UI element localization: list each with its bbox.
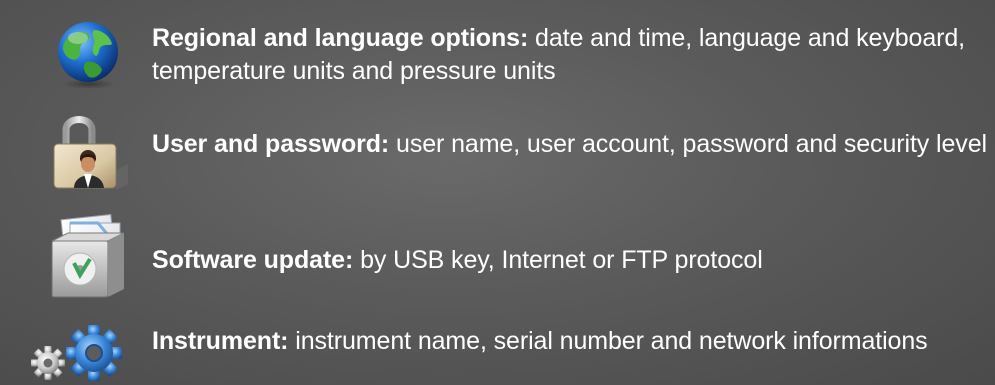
option-user-password[interactable]: User and password: user name, user accou… [0, 100, 995, 200]
option-text: Instrument: instrument name, serial numb… [152, 325, 987, 358]
option-title: Regional and language options: [152, 24, 529, 52]
option-title: Instrument: [152, 327, 289, 355]
option-text: Regional and language options: date and … [152, 22, 987, 88]
option-regional-language[interactable]: Regional and language options: date and … [0, 0, 995, 95]
gears-icon [28, 323, 134, 385]
option-instrument[interactable]: Instrument: instrument name, serial numb… [0, 305, 995, 385]
globe-icon [52, 18, 124, 95]
option-title: Software update: [152, 246, 354, 274]
option-text: User and password: user name, user accou… [152, 128, 987, 161]
option-description: instrument name, serial number and netwo… [295, 327, 928, 355]
option-title: User and password: [152, 130, 390, 158]
padlock-user-icon [44, 108, 134, 199]
option-software-update[interactable]: Software update: by USB key, Internet or… [0, 205, 995, 305]
option-description: by USB key, Internet or FTP protocol [360, 246, 763, 274]
option-text: Software update: by USB key, Internet or… [152, 244, 987, 277]
software-update-icon [46, 213, 130, 308]
option-description: user name, user account, password and se… [396, 130, 987, 158]
